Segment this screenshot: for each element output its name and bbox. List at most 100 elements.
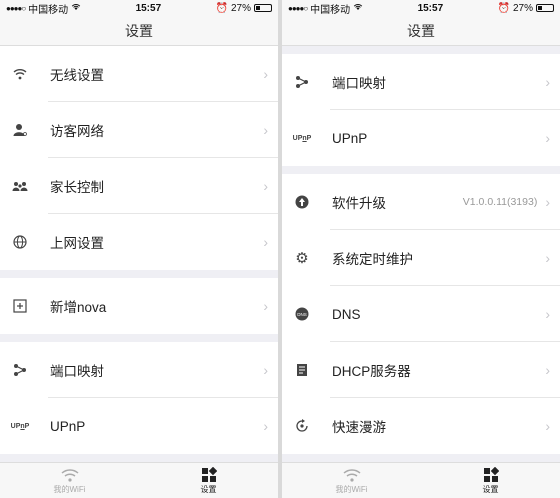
row-port-mapping[interactable]: 端口映射 ›: [0, 342, 278, 398]
guest-user-icon: [12, 122, 28, 138]
tab-label: 设置: [200, 485, 217, 494]
battery-icon: [254, 4, 272, 12]
row-internet-settings[interactable]: 上网设置 ›: [0, 214, 278, 270]
nav-bar: 设置: [0, 16, 278, 46]
row-label: UPnP: [332, 130, 368, 146]
screenshot: ●●●●○ 中国移动 15:57 ⏰ 27% 设置 无线设置 › 访客网络 › …: [0, 0, 560, 498]
dhcp-icon: [294, 362, 310, 378]
right-phone-screen: ●●●●○ 中国移动 15:57 ⏰ 27% 设置 端口映射 › UP n P …: [282, 0, 560, 498]
version-value: V1.0.0.11(3193): [462, 196, 538, 208]
row-label: 访客网络: [50, 124, 104, 139]
row-label: 新增nova: [50, 300, 107, 315]
carrier-label: 中国移动: [310, 4, 351, 16]
grid-tab-icon: [201, 466, 217, 484]
clock: 15:57: [417, 2, 444, 14]
tab-settings[interactable]: 设置: [139, 463, 278, 498]
upgrade-icon: [294, 194, 310, 210]
wifi-status-icon: [353, 3, 363, 14]
family-icon: [12, 178, 28, 194]
tab-my-wifi[interactable]: 我的WiFi: [282, 463, 421, 498]
chevron-right-icon: ›: [263, 178, 268, 194]
row-upnp[interactable]: UP n P UPnP ›: [282, 110, 560, 166]
row-label: 系统定时维护: [332, 252, 413, 267]
roaming-icon: [294, 418, 310, 434]
wifi-tab-icon: [61, 466, 79, 484]
row-software-upgrade[interactable]: 软件升级 V1.0.0.11(3193) ›: [282, 174, 560, 230]
section-gap: [282, 46, 560, 54]
row-label: UPnP: [50, 418, 86, 434]
row-wireless-settings[interactable]: 无线设置 ›: [0, 46, 278, 102]
settings-list-2: 软件升级 V1.0.0.11(3193) › ⚙ 系统定时维护 › DNS DN…: [282, 174, 560, 454]
row-label: 快速漫游: [332, 420, 386, 435]
row-parental-control[interactable]: 家长控制 ›: [0, 158, 278, 214]
dns-icon: DNS: [294, 306, 310, 322]
row-fast-roaming[interactable]: 快速漫游 ›: [282, 398, 560, 454]
row-upnp[interactable]: UP n P UPnP ›: [0, 398, 278, 454]
chevron-right-icon: ›: [263, 418, 268, 434]
wifi-icon: [12, 66, 28, 82]
chevron-right-icon: ›: [545, 74, 550, 90]
tab-bar: 我的WiFi 设置: [282, 462, 560, 498]
settings-list: 无线设置 › 访客网络 › 家长控制 › 上网设置 ›: [0, 46, 278, 270]
chevron-right-icon: ›: [545, 362, 550, 378]
wifi-tab-icon: [343, 466, 361, 484]
signal-icon: ●●●●○: [288, 3, 308, 13]
left-phone-screen: ●●●●○ 中国移动 15:57 ⏰ 27% 设置 无线设置 › 访客网络 › …: [0, 0, 278, 498]
tab-settings[interactable]: 设置: [421, 463, 560, 498]
wifi-status-icon: [71, 3, 81, 14]
chevron-right-icon: ›: [263, 66, 268, 82]
carrier-label: 中国移动: [28, 4, 69, 16]
alarm-icon: ⏰: [497, 2, 510, 14]
status-bar: ●●●●○ 中国移动 15:57 ⏰ 27%: [0, 0, 278, 16]
row-label: 软件升级: [332, 196, 386, 211]
globe-icon: [12, 234, 28, 250]
battery-percent: 27%: [230, 2, 251, 14]
row-label: 家长控制: [50, 180, 104, 195]
upnp-icon: UP n P: [10, 422, 30, 430]
section-gap: [0, 270, 278, 278]
clock: 15:57: [135, 2, 162, 14]
chevron-right-icon: ›: [545, 306, 550, 322]
tab-bar: 我的WiFi 设置: [0, 462, 278, 498]
row-port-mapping[interactable]: 端口映射 ›: [282, 54, 560, 110]
chevron-right-icon: ›: [263, 298, 268, 314]
row-label: 端口映射: [50, 364, 104, 379]
chevron-right-icon: ›: [545, 418, 550, 434]
gear-icon: ⚙: [295, 250, 309, 267]
tab-my-wifi[interactable]: 我的WiFi: [0, 463, 139, 498]
chevron-right-icon: ›: [263, 122, 268, 138]
row-label: 无线设置: [50, 68, 104, 83]
row-scheduled-maintenance[interactable]: ⚙ 系统定时维护 ›: [282, 230, 560, 286]
settings-list: 端口映射 › UP n P UPnP ›: [282, 54, 560, 166]
row-add-nova[interactable]: 新增nova ›: [0, 278, 278, 334]
grid-tab-icon: [483, 466, 499, 484]
section-gap: [282, 166, 560, 174]
chevron-right-icon: ›: [545, 130, 550, 146]
alarm-icon: ⏰: [215, 2, 228, 14]
upnp-icon: UP n P: [292, 134, 312, 142]
nav-bar: 设置: [282, 16, 560, 46]
row-guest-network[interactable]: 访客网络 ›: [0, 102, 278, 158]
page-title: 设置: [125, 22, 153, 39]
row-label: 上网设置: [50, 236, 104, 251]
page-title: 设置: [407, 22, 435, 39]
tab-label: 我的WiFi: [53, 485, 86, 494]
chevron-right-icon: ›: [263, 362, 268, 378]
row-dns[interactable]: DNS DNS ›: [282, 286, 560, 342]
battery-percent: 27%: [512, 2, 533, 14]
section-gap: [0, 334, 278, 342]
port-map-icon: [294, 74, 310, 90]
chevron-right-icon: ›: [545, 194, 550, 210]
add-box-icon: [12, 298, 28, 314]
port-map-icon: [12, 362, 28, 378]
tab-label: 我的WiFi: [335, 485, 368, 494]
svg-text:DNS: DNS: [297, 312, 307, 317]
battery-icon: [536, 4, 554, 12]
signal-icon: ●●●●○: [6, 3, 26, 13]
settings-list-2: 新增nova ›: [0, 278, 278, 334]
row-label: DNS: [332, 306, 361, 322]
chevron-right-icon: ›: [545, 250, 550, 266]
row-dhcp-server[interactable]: DHCP服务器 ›: [282, 342, 560, 398]
row-label: DHCP服务器: [332, 364, 411, 379]
chevron-right-icon: ›: [263, 234, 268, 250]
